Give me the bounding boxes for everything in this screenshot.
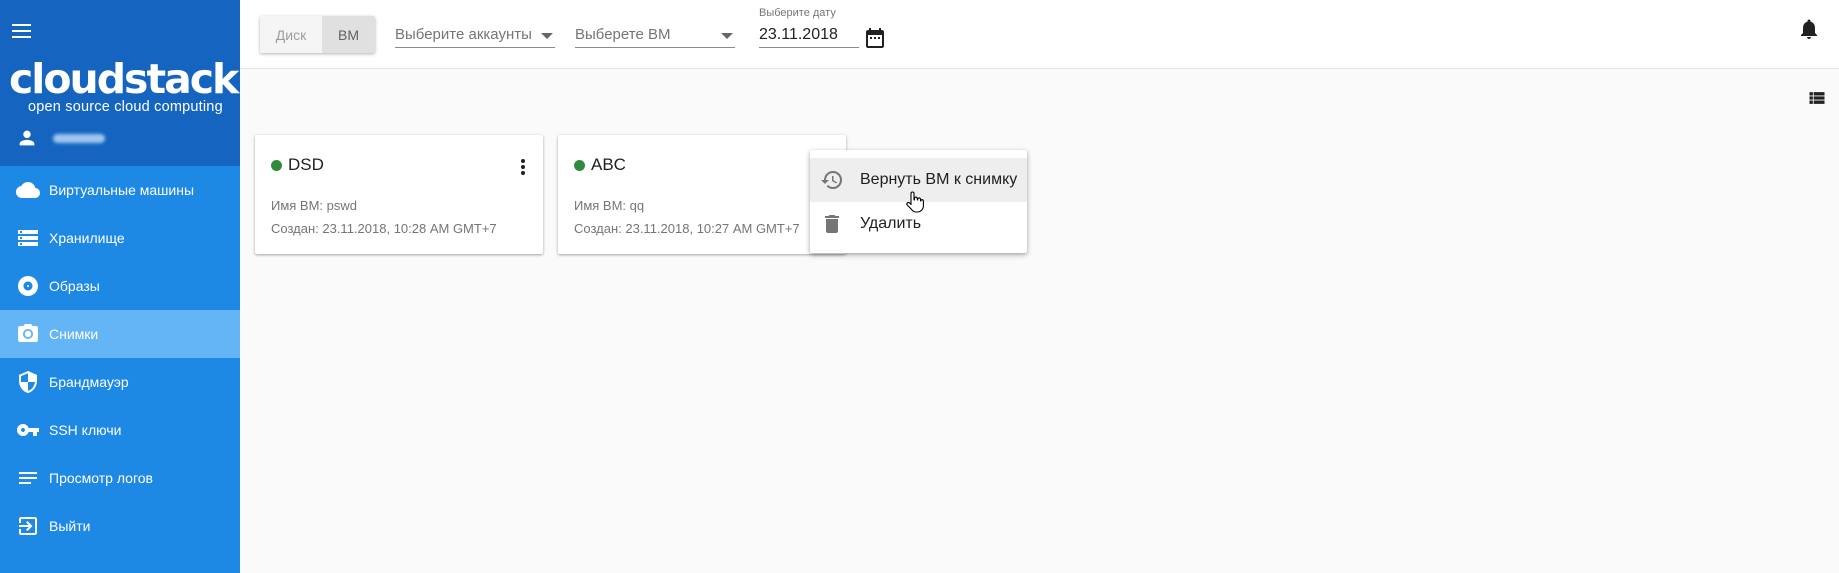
bell-icon	[1801, 19, 1817, 39]
trash-icon	[820, 212, 844, 236]
notifications-button[interactable]	[1797, 17, 1821, 46]
card-title-row: ABC	[574, 155, 626, 175]
sidebar-item-firewall[interactable]: Брандмауэр	[0, 358, 240, 406]
sidebar-item-label: Виртуальные машины	[49, 182, 195, 198]
card-created: Создан: 23.11.2018, 10:27 AM GMT+7	[574, 221, 800, 236]
sidebar-item-label: Хранилище	[49, 230, 125, 246]
chevron-down-icon	[721, 33, 733, 39]
accounts-select[interactable]: Выберите аккаунты	[395, 22, 555, 48]
calendar-icon	[866, 28, 884, 48]
restore-icon	[820, 168, 844, 192]
status-dot	[574, 159, 585, 171]
top-toolbar: Диск ВМ Выберите аккаунты Выберете ВМ Вы…	[240, 0, 1839, 69]
sidebar-item-label: Выйти	[49, 518, 91, 534]
sidebar-item-ssh-keys[interactable]: SSH ключи	[0, 406, 240, 454]
card-title: ABC	[591, 155, 626, 174]
logout-icon	[16, 514, 40, 538]
snapshot-card[interactable]: DSD Имя ВМ: pswd Создан: 23.11.2018, 10:…	[255, 135, 543, 254]
menu-item-restore[interactable]: Вернуть ВМ к снимку	[810, 158, 1027, 202]
sidebar-item-logout[interactable]: Выйти	[0, 502, 240, 550]
disk-vm-toggle: Диск ВМ	[260, 16, 375, 53]
cloud-icon	[16, 178, 40, 202]
shield-icon	[16, 370, 40, 394]
date-input[interactable]	[759, 22, 859, 48]
sidebar-item-label: Образы	[49, 278, 100, 294]
more-vert-icon[interactable]	[513, 155, 533, 179]
logo-brand: cloudstack	[9, 55, 239, 103]
chevron-down-icon	[541, 33, 553, 39]
view-list-icon	[1809, 92, 1825, 104]
vm-select-value: Выберете ВМ	[575, 26, 671, 43]
user-name: username	[53, 133, 105, 143]
card-vm-name: Имя ВМ: pswd	[271, 198, 358, 213]
vm-select[interactable]: Выберете ВМ	[575, 22, 735, 48]
logs-icon	[16, 466, 40, 490]
menu-item-delete[interactable]: Удалить	[810, 202, 1027, 246]
cloudstack-logo: cloudstack open source cloud computing	[9, 55, 239, 115]
sidebar-item-images[interactable]: Образы	[0, 262, 240, 310]
sidebar-item-storage[interactable]: Хранилище	[0, 214, 240, 262]
date-label: Выберите дату	[759, 7, 836, 19]
camera-icon	[16, 322, 40, 346]
card-title-row: DSD	[271, 155, 324, 175]
sidebar-item-label: Снимки	[49, 326, 99, 342]
user-row[interactable]: username	[16, 126, 105, 150]
sidebar-item-vms[interactable]: Виртуальные машины	[0, 166, 240, 214]
sidebar-header: cloudstack open source cloud computing u…	[0, 0, 240, 166]
toggle-vm[interactable]: ВМ	[322, 16, 375, 53]
list-view-button[interactable]	[1807, 88, 1827, 113]
sidebar-item-label: Просмотр логов	[49, 470, 153, 486]
accounts-select-value: Выберите аккаунты	[395, 26, 532, 43]
card-created: Создан: 23.11.2018, 10:28 AM GMT+7	[271, 221, 497, 236]
sidebar-item-snapshots[interactable]: Снимки	[0, 310, 240, 358]
status-dot	[271, 159, 282, 171]
sidebar: cloudstack open source cloud computing u…	[0, 0, 240, 573]
snapshot-card[interactable]: ABC Имя ВМ: qq Создан: 23.11.2018, 10:27…	[558, 135, 846, 254]
person-icon	[19, 130, 35, 146]
sidebar-item-logs[interactable]: Просмотр логов	[0, 454, 240, 502]
snapshot-context-menu: Вернуть ВМ к снимку Удалить	[810, 150, 1027, 253]
logo-tagline: open source cloud computing	[28, 99, 223, 115]
toggle-disk[interactable]: Диск	[260, 16, 322, 53]
card-vm-name: Имя ВМ: qq	[574, 198, 645, 213]
menu-item-label: Вернуть ВМ к снимку	[860, 171, 1018, 188]
menu-item-label: Удалить	[860, 215, 922, 232]
calendar-button[interactable]	[863, 26, 887, 55]
sidebar-item-label: Брандмауэр	[49, 374, 129, 390]
hamburger-menu-icon[interactable]	[12, 20, 32, 42]
key-icon	[16, 418, 40, 442]
card-title: DSD	[288, 155, 324, 174]
date-field: Выберите дату	[759, 7, 859, 48]
sidebar-item-label: SSH ключи	[49, 422, 122, 438]
storage-icon	[16, 226, 40, 250]
disc-icon	[16, 274, 40, 298]
